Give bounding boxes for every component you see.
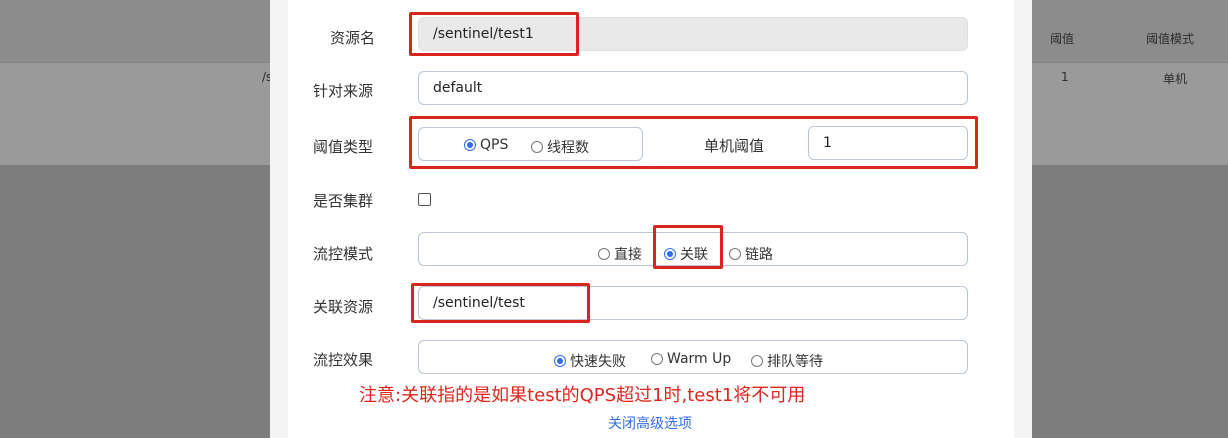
column-threshold: 阈值 [1050,32,1075,46]
ref-resource-input[interactable]: /sentinel/test [418,286,968,320]
resource-name-label: 资源名 [330,29,376,47]
effect-label: 流控效果 [313,351,374,369]
toggle-advanced-link[interactable]: 关闭高级选项 [608,413,692,433]
annotation-note: 注意:关联指的是如果test的QPS超过1时,test1将不可用 [359,385,806,406]
origin-input[interactable]: default [418,71,968,105]
radio-selected-icon [664,248,676,260]
resource-name-input: /sentinel/test1 [418,17,968,51]
flow-mode-direct[interactable]: 直接 [598,244,642,264]
column-threshold-mode: 阈值模式 [1146,32,1195,46]
flow-mode-chain[interactable]: 链路 [729,244,773,264]
effect-queue[interactable]: 排队等待 [751,351,823,371]
radio-unselected-icon [531,141,543,153]
ref-resource-label: 关联资源 [313,298,374,316]
row-threshold-value: 1 [1061,70,1069,84]
threshold-type-label: 阈值类型 [313,138,374,156]
effect-fast-fail[interactable]: 快速失败 [554,351,626,371]
cluster-label: 是否集群 [313,192,374,210]
single-threshold-input[interactable]: 1 [808,126,968,160]
cluster-checkbox[interactable] [418,193,431,206]
radio-selected-icon [554,355,566,367]
single-threshold-label: 单机阈值 [704,137,765,155]
radio-unselected-icon [598,248,610,260]
radio-unselected-icon [651,353,663,365]
radio-unselected-icon [729,248,741,260]
threshold-type-qps[interactable]: QPS [464,137,508,153]
radio-selected-icon [464,139,476,151]
radio-unselected-icon [751,355,763,367]
threshold-type-threads[interactable]: 线程数 [531,137,589,157]
flow-mode-relate[interactable]: 关联 [664,244,708,264]
origin-label: 针对来源 [313,82,374,100]
flow-mode-label: 流控模式 [313,245,374,263]
row-threshold-mode: 单机 [1163,72,1188,86]
effect-warm-up[interactable]: Warm Up [651,351,731,367]
